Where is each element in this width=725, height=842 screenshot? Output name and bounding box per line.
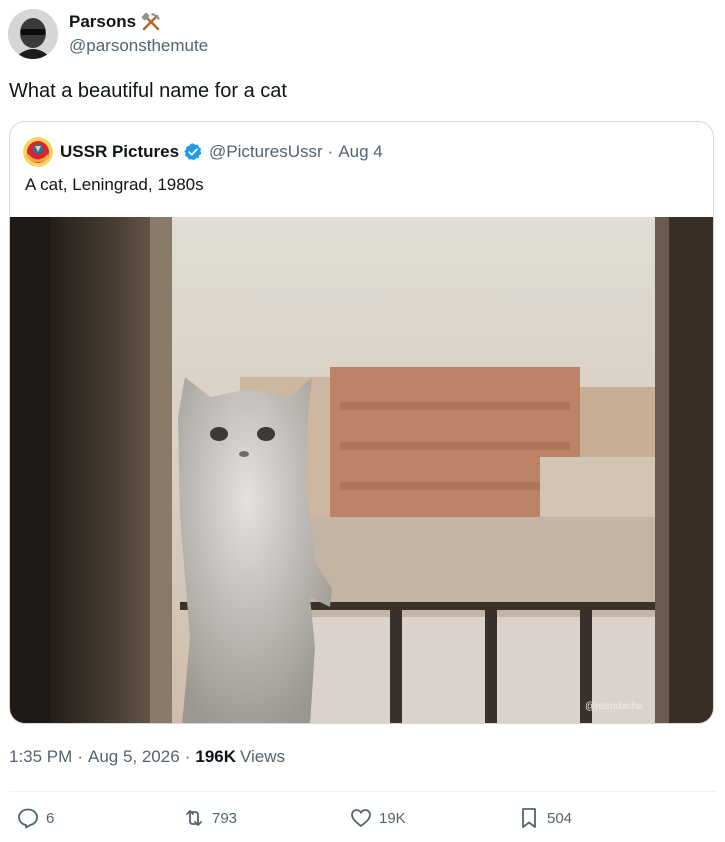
quoted-avatar[interactable] xyxy=(23,137,53,167)
like-button[interactable]: 19K xyxy=(349,806,406,830)
meta-separator: · xyxy=(77,747,83,766)
bookmark-count: 504 xyxy=(547,809,573,827)
views-count: 196K xyxy=(195,747,236,766)
reply-button[interactable]: 6 xyxy=(16,806,54,830)
author-handle[interactable]: @parsonsthemute xyxy=(69,35,208,57)
reply-count: 6 xyxy=(46,809,55,827)
tweet-header: Parsons @parsonsthemute xyxy=(8,8,208,60)
author-display-name[interactable]: Parsons xyxy=(69,11,136,33)
repost-button[interactable]: 793 xyxy=(182,806,237,830)
reply-icon xyxy=(18,808,38,829)
repost-icon xyxy=(186,810,202,826)
verified-badge-icon xyxy=(183,142,203,162)
tweet-time[interactable]: 1:35 PM xyxy=(9,747,72,767)
quoted-tweet[interactable]: USSR Pictures @PicturesUssr · Aug 4 A ca… xyxy=(9,121,714,724)
tweet-text: What a beautiful name for a cat xyxy=(9,80,287,102)
bookmark-icon xyxy=(522,808,536,828)
views-label: Views xyxy=(240,747,286,766)
divider xyxy=(9,791,716,792)
meta-separator: · xyxy=(184,747,191,766)
quoted-text: A cat, Leningrad, 1980s xyxy=(25,175,204,194)
photo-watermark: @retrodasha xyxy=(585,701,643,712)
cat-photo[interactable]: @retrodasha xyxy=(10,217,713,723)
heart-icon xyxy=(351,809,371,827)
separator-dot: · xyxy=(327,142,334,161)
repost-count: 793 xyxy=(212,809,238,827)
quoted-handle[interactable]: @PicturesUssr xyxy=(209,142,323,162)
like-count: 19K xyxy=(379,809,406,827)
author-avatar[interactable] xyxy=(8,9,58,59)
quoted-date[interactable]: Aug 4 xyxy=(338,142,382,162)
quoted-display-name[interactable]: USSR Pictures xyxy=(60,142,179,162)
bookmark-button[interactable]: 504 xyxy=(517,806,572,830)
tweet-date[interactable]: Aug 5, 2026 xyxy=(88,747,180,767)
hammer-and-pick-icon xyxy=(140,11,162,33)
tweet-meta: 1:35 PM · Aug 5, 2026 · 196K Views xyxy=(9,747,285,767)
action-bar: 6 793 19K 504 xyxy=(0,806,725,838)
